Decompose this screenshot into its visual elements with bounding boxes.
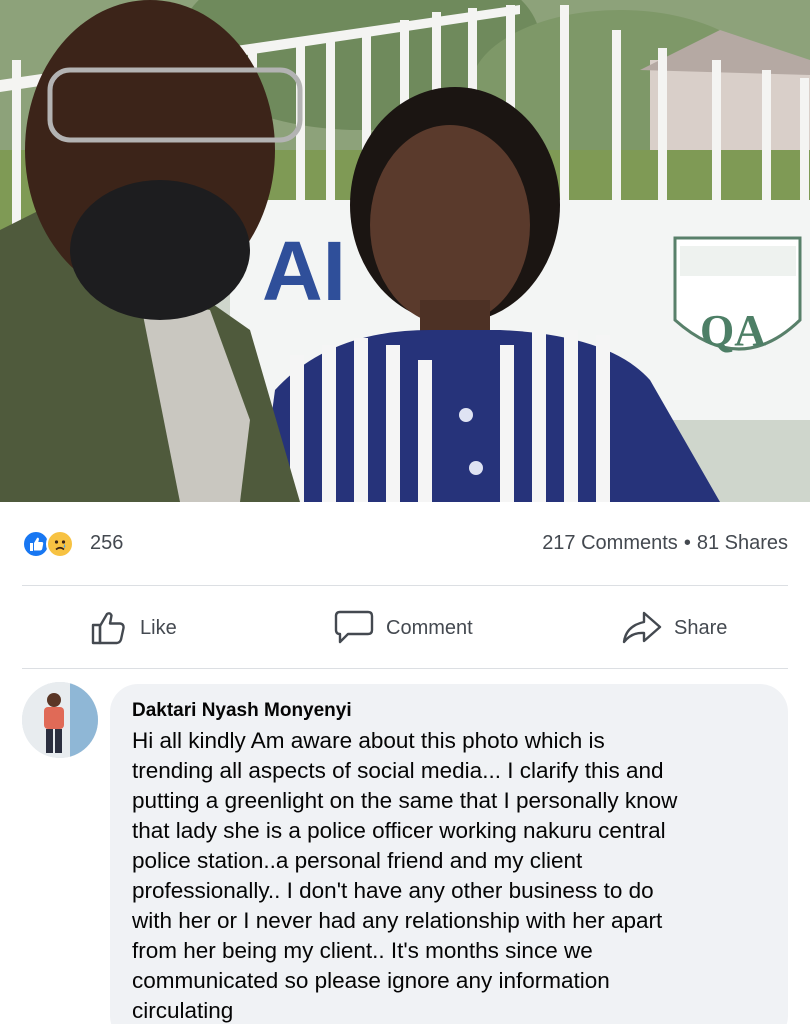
reactions-summary: 256 217 Comments • 81 Shares xyxy=(0,502,810,586)
sign-logo-letters: QA xyxy=(700,306,766,355)
comment-line: professionally.. I don't have any other … xyxy=(132,878,654,903)
share-icon xyxy=(622,610,662,646)
comment-line: with her or I never had any relationship… xyxy=(132,908,663,933)
share-button[interactable]: Share xyxy=(622,606,727,650)
comments-count-link[interactable]: 217 Comments xyxy=(542,532,678,554)
like-button[interactable]: Like xyxy=(90,606,177,650)
avatar[interactable] xyxy=(22,682,98,758)
comment-line: Hi all kindly Am aware about this photo … xyxy=(132,728,605,753)
comment-icon xyxy=(334,609,374,647)
reaction-icons[interactable] xyxy=(22,529,86,559)
comment-button[interactable]: Comment xyxy=(334,606,473,650)
facebook-post: AI QA 256 217 Comments • 81 Shares Like … xyxy=(0,0,810,1024)
comment-line: communicated so please ignore any inform… xyxy=(132,968,610,993)
comment-line: putting a greenlight on the same that I … xyxy=(132,788,678,813)
comment-line: trending all aspects of social media... … xyxy=(132,758,664,783)
engagement-counts: 217 Comments • 81 Shares xyxy=(542,532,788,555)
sign-letters: AI xyxy=(262,224,346,318)
meta-separator: • xyxy=(683,532,691,554)
comment-author[interactable]: Daktari Nyash Monyenyi xyxy=(132,698,766,724)
thumbs-up-icon xyxy=(90,610,128,646)
sad-reaction-icon xyxy=(46,530,74,558)
comment: Daktari Nyash Monyenyi Hi all kindly Am … xyxy=(0,668,810,1024)
shares-count-link[interactable]: 81 Shares xyxy=(697,532,788,554)
comment-line: circulating xyxy=(132,998,234,1023)
post-photo[interactable]: AI QA xyxy=(0,0,810,502)
share-label: Share xyxy=(674,616,728,639)
comment-label: Comment xyxy=(386,616,473,639)
reaction-count[interactable]: 256 xyxy=(90,532,123,555)
post-actions: Like Comment Share xyxy=(0,586,810,668)
comment-text: Hi all kindly Am aware about this photo … xyxy=(132,726,766,1024)
comment-line: that lady she is a police officer workin… xyxy=(132,818,666,843)
comment-line: police station..a personal friend and my… xyxy=(132,848,583,873)
comment-bubble: Daktari Nyash Monyenyi Hi all kindly Am … xyxy=(110,684,788,1024)
like-label: Like xyxy=(140,616,177,639)
comment-line: from her being my client.. It's months s… xyxy=(132,938,593,963)
post-photo-illustration: AI QA xyxy=(0,0,810,502)
